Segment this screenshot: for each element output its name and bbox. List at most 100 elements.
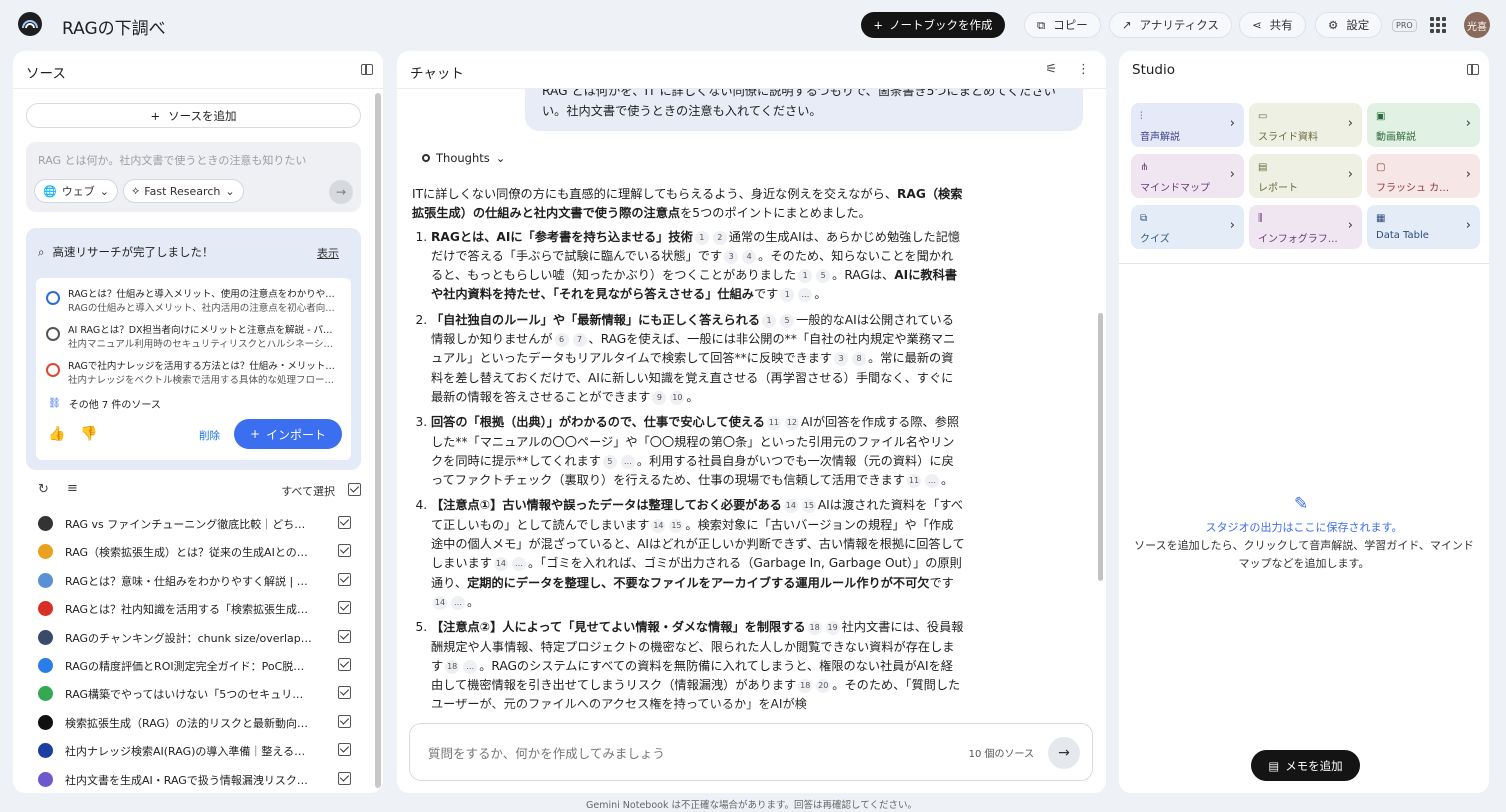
citation[interactable]: 5 xyxy=(780,313,795,328)
citation[interactable]: 1 xyxy=(762,313,777,328)
delete-results-button[interactable]: 削除 xyxy=(199,428,220,443)
add-source-button[interactable]: + ソースを追加 xyxy=(26,103,361,128)
more-sources-link[interactable]: ⛓ その他 7 件のソース xyxy=(48,396,161,411)
source-checkbox[interactable] xyxy=(338,516,351,529)
apps-grid-icon[interactable] xyxy=(1430,17,1446,33)
citation[interactable]: … xyxy=(511,557,526,572)
citation[interactable]: … xyxy=(620,454,635,469)
sort-icon[interactable]: ≡ xyxy=(67,481,78,496)
share-button[interactable]: ⋖ 共有 xyxy=(1239,12,1306,38)
chat-input[interactable]: 質問をするか、何かを作成してみましょう xyxy=(428,743,665,762)
citation[interactable]: … xyxy=(463,659,478,674)
notebook-title[interactable]: RAGの下調べ xyxy=(62,14,166,39)
source-list-item[interactable]: RAGとは？社内知識を活用する「検索拡張生成… xyxy=(13,594,373,622)
citation[interactable]: 7 xyxy=(572,333,587,348)
web-source-dropdown[interactable]: 🌐 ウェブ ⌄ xyxy=(34,179,118,203)
source-list-item[interactable]: 社内文書を生成AI・RAGで扱う情報漏洩リスク… xyxy=(13,765,373,793)
citation[interactable]: 3 xyxy=(834,352,849,367)
avatar[interactable]: 光喜 xyxy=(1464,12,1490,38)
source-list-item[interactable]: RAGのチャンキング設計：chunk size/overlapと… xyxy=(13,623,373,651)
source-list-item[interactable]: RAGの精度評価とROI測定完全ガイド：PoC脱… xyxy=(13,651,373,679)
source-list-item[interactable]: RAG（検索拡張生成）とは？従来の生成AIとの… xyxy=(13,537,373,565)
citation[interactable]: 6 xyxy=(554,333,569,348)
source-scrollbar[interactable] xyxy=(375,93,381,788)
citation[interactable]: 3 xyxy=(724,249,739,264)
more-vert-icon[interactable]: ⋮ xyxy=(1077,62,1090,77)
source-checkbox[interactable] xyxy=(338,572,351,586)
research-result-item[interactable]: RAGとは？仕組みと導入メリット、使用の注意点をわかりや… RAGの仕組みと導入メ… xyxy=(36,282,351,314)
citation[interactable]: 14 xyxy=(651,518,666,533)
create-notebook-button[interactable]: + ノートブックを作成 xyxy=(861,12,1005,38)
show-results-link[interactable]: 表示 xyxy=(317,245,339,261)
citation[interactable]: 12 xyxy=(784,416,799,431)
source-checkbox[interactable] xyxy=(338,658,351,671)
citation[interactable]: … xyxy=(924,474,939,489)
citation[interactable]: 18 xyxy=(798,679,813,694)
thoughts-toggle[interactable]: Thoughts ⌄ xyxy=(422,151,505,165)
citation[interactable]: 5 xyxy=(602,454,617,469)
citation[interactable]: 1 xyxy=(798,269,813,284)
tune-icon[interactable]: ⚟ xyxy=(1045,62,1057,77)
source-checkbox[interactable] xyxy=(338,743,351,757)
citation[interactable]: 11 xyxy=(906,474,921,489)
citation[interactable]: 5 xyxy=(816,269,831,284)
source-checkbox[interactable] xyxy=(338,544,351,558)
research-submit-button[interactable]: → xyxy=(329,180,353,204)
source-checkbox[interactable] xyxy=(338,686,351,700)
source-list-item[interactable]: RAG構築でやってはいけない「5つのセキュリ… xyxy=(13,679,373,707)
import-button[interactable]: + インポート xyxy=(234,419,342,449)
chat-input-box[interactable]: 質問をするか、何かを作成してみましょう 10 個のソース → xyxy=(409,723,1093,781)
citation[interactable]: 18 xyxy=(445,659,460,674)
citation[interactable]: 8 xyxy=(852,352,867,367)
source-list-item[interactable]: 社内ナレッジ検索AI(RAG)の導入準備｜整える… xyxy=(13,736,373,764)
send-button[interactable]: → xyxy=(1048,737,1080,769)
studio-tile[interactable]: ▤ レポート › xyxy=(1249,154,1362,198)
collapse-panel-icon[interactable] xyxy=(1467,64,1479,75)
thumbs-up-icon[interactable]: 👍 xyxy=(48,426,65,442)
research-result-item[interactable]: RAGで社内ナレッジを活用する方法とは？仕組み・メリット… 社内ナレッジをベクトル… xyxy=(36,354,351,386)
analytics-button[interactable]: ↗ アナリティクス xyxy=(1109,12,1232,38)
citation[interactable]: 1 xyxy=(780,288,795,303)
citation[interactable]: 1 xyxy=(694,230,709,245)
citation[interactable]: 20 xyxy=(816,679,831,694)
citation[interactable]: 15 xyxy=(669,518,684,533)
source-checkbox[interactable] xyxy=(338,601,351,615)
studio-tile[interactable]: ▢ フラッシュ カ… › xyxy=(1367,154,1480,198)
citation[interactable]: 18 xyxy=(807,621,822,636)
studio-tile[interactable]: ⫼ インフォグラフ… › xyxy=(1249,205,1362,249)
citation[interactable]: 10 xyxy=(670,390,685,405)
settings-button[interactable]: ⚙ 設定 xyxy=(1315,12,1383,38)
citation[interactable]: 14 xyxy=(493,557,508,572)
citation[interactable]: 15 xyxy=(801,499,816,514)
studio-tile[interactable]: ▦ Data Table › xyxy=(1367,205,1480,249)
citation[interactable]: 11 xyxy=(766,416,781,431)
citation[interactable]: 14 xyxy=(783,499,798,514)
studio-tile[interactable]: ⫶ 音声解説 › xyxy=(1131,103,1244,147)
studio-tile[interactable]: ⋔ マインドマップ › xyxy=(1131,154,1244,198)
citation[interactable]: … xyxy=(451,595,465,610)
studio-tile[interactable]: ▭ スライド資料 › xyxy=(1249,103,1362,147)
citation[interactable]: 14 xyxy=(433,595,447,610)
citation[interactable]: 4 xyxy=(742,249,757,264)
select-all-checkbox[interactable] xyxy=(348,483,361,496)
citation[interactable]: 2 xyxy=(712,230,727,245)
studio-tile[interactable]: ⧉ クイズ › xyxy=(1131,205,1244,249)
source-checkbox[interactable] xyxy=(338,771,351,785)
research-mode-dropdown[interactable]: ⟡ Fast Research ⌄ xyxy=(123,179,244,203)
source-checkbox[interactable] xyxy=(338,629,351,643)
add-memo-button[interactable]: ▤ メモを追加 xyxy=(1251,750,1360,781)
citation[interactable]: 19 xyxy=(825,621,840,636)
copy-button[interactable]: ⧉ コピー xyxy=(1024,12,1101,38)
notebook-logo-icon[interactable] xyxy=(18,12,42,36)
chat-scrollbar[interactable] xyxy=(1098,313,1103,581)
source-list-item[interactable]: 検索拡張生成（RAG）の法的リスクと最新動向… xyxy=(13,708,373,736)
research-input[interactable]: RAG とは何か。社内文書で使うときの注意も知りたい xyxy=(38,152,306,168)
refresh-icon[interactable]: ↻ xyxy=(38,482,49,497)
citation[interactable]: … xyxy=(798,288,813,303)
research-result-item[interactable]: AI RAGとは？DX担当者向けにメリットと注意点を解説 - パー… 社内マニュア… xyxy=(36,318,351,350)
citation[interactable]: 9 xyxy=(652,390,667,405)
source-list-item[interactable]: RAG vs ファインチューニング徹底比較｜どち… xyxy=(13,509,373,537)
studio-tile[interactable]: ▣ 動画解説 › xyxy=(1367,103,1480,147)
source-list-item[interactable]: RAGとは？意味・仕組みをわかりやすく解説 | … xyxy=(13,566,373,594)
source-checkbox[interactable] xyxy=(338,714,351,728)
